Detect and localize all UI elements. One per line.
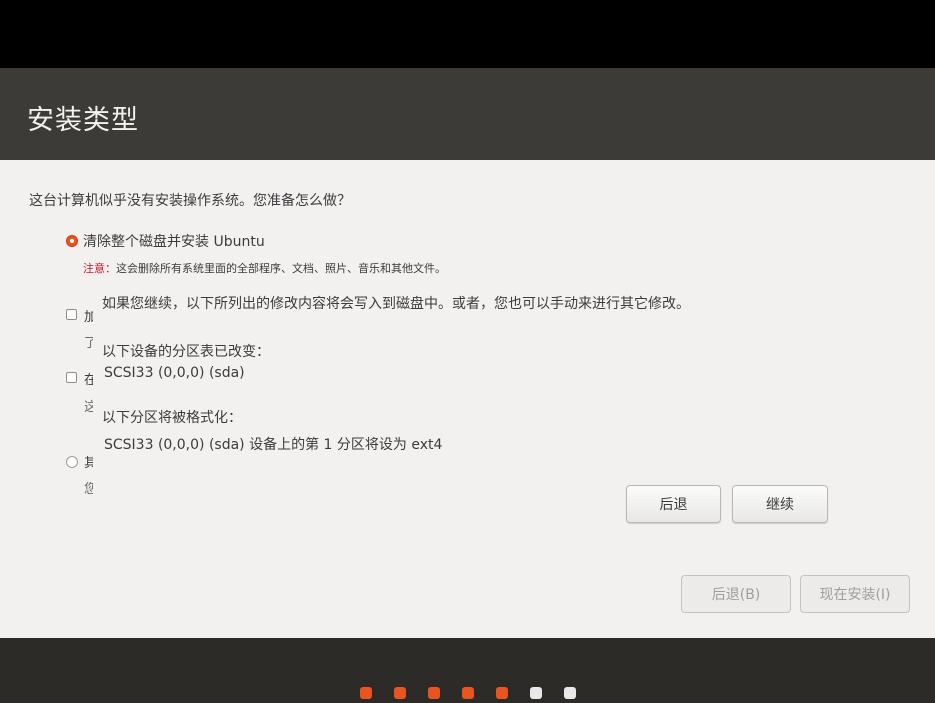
page-title: 安装类型 <box>27 105 139 136</box>
warning-prefix: 注意： <box>83 262 116 275</box>
back-button[interactable]: 后退(B) <box>681 575 791 613</box>
top-bar <box>0 0 935 68</box>
progress-dot <box>496 687 508 699</box>
lvm-desc-partial: 这 <box>84 400 93 415</box>
install-now-button[interactable]: 现在安装(I) <box>800 575 910 613</box>
partition-tables-heading: 以下设备的分区表已改变： <box>102 344 270 360</box>
progress-dot <box>428 687 440 699</box>
partition-tables-device: SCSI33 (0,0,0) (sda) <box>104 365 245 381</box>
progress-dot <box>360 687 372 699</box>
progress-footer <box>0 638 935 703</box>
lvm-checkbox[interactable] <box>66 372 77 383</box>
erase-disk-warning: 注意：这会删除所有系统里面的全部程序、文档、照片、音乐和其他文件。 <box>83 260 446 276</box>
format-item: SCSI33 (0,0,0) (sda) 设备上的第 1 分区将设为 ext4 <box>104 437 443 453</box>
erase-disk-radio[interactable] <box>66 235 78 247</box>
encrypt-desc-partial: 了 <box>84 336 93 351</box>
dialog-continue-button[interactable]: 继续 <box>732 485 828 523</box>
something-else-radio[interactable] <box>66 456 78 468</box>
warning-text: 这会删除所有系统里面的全部程序、文档、照片、音乐和其他文件。 <box>116 262 446 275</box>
dialog-back-button[interactable]: 后退 <box>626 485 721 523</box>
encrypt-checkbox[interactable] <box>66 309 77 320</box>
encrypt-label-partial: 加 <box>84 310 93 325</box>
progress-dot <box>462 687 474 699</box>
page-header: 安装类型 <box>0 68 935 160</box>
progress-dot <box>394 687 406 699</box>
format-heading: 以下分区将被格式化： <box>102 410 242 426</box>
confirm-changes-dialog: 如果您继续，以下所列出的修改内容将会写入到磁盘中。或者，您也可以手动来进行其它修… <box>94 287 843 538</box>
progress-dot <box>530 687 542 699</box>
dialog-intro: 如果您继续，以下所列出的修改内容将会写入到磁盘中。或者，您也可以手动来进行其它修… <box>102 296 690 312</box>
progress-dot <box>564 687 576 699</box>
lvm-label-partial: 在 <box>84 373 93 388</box>
something-else-desc-partial: 您 <box>84 482 93 497</box>
erase-disk-label[interactable]: 清除整个磁盘并安装 Ubuntu <box>83 231 265 251</box>
question-text: 这台计算机似乎没有安装操作系统。您准备怎么做？ <box>29 193 351 209</box>
something-else-label-partial: 其 <box>84 456 93 471</box>
